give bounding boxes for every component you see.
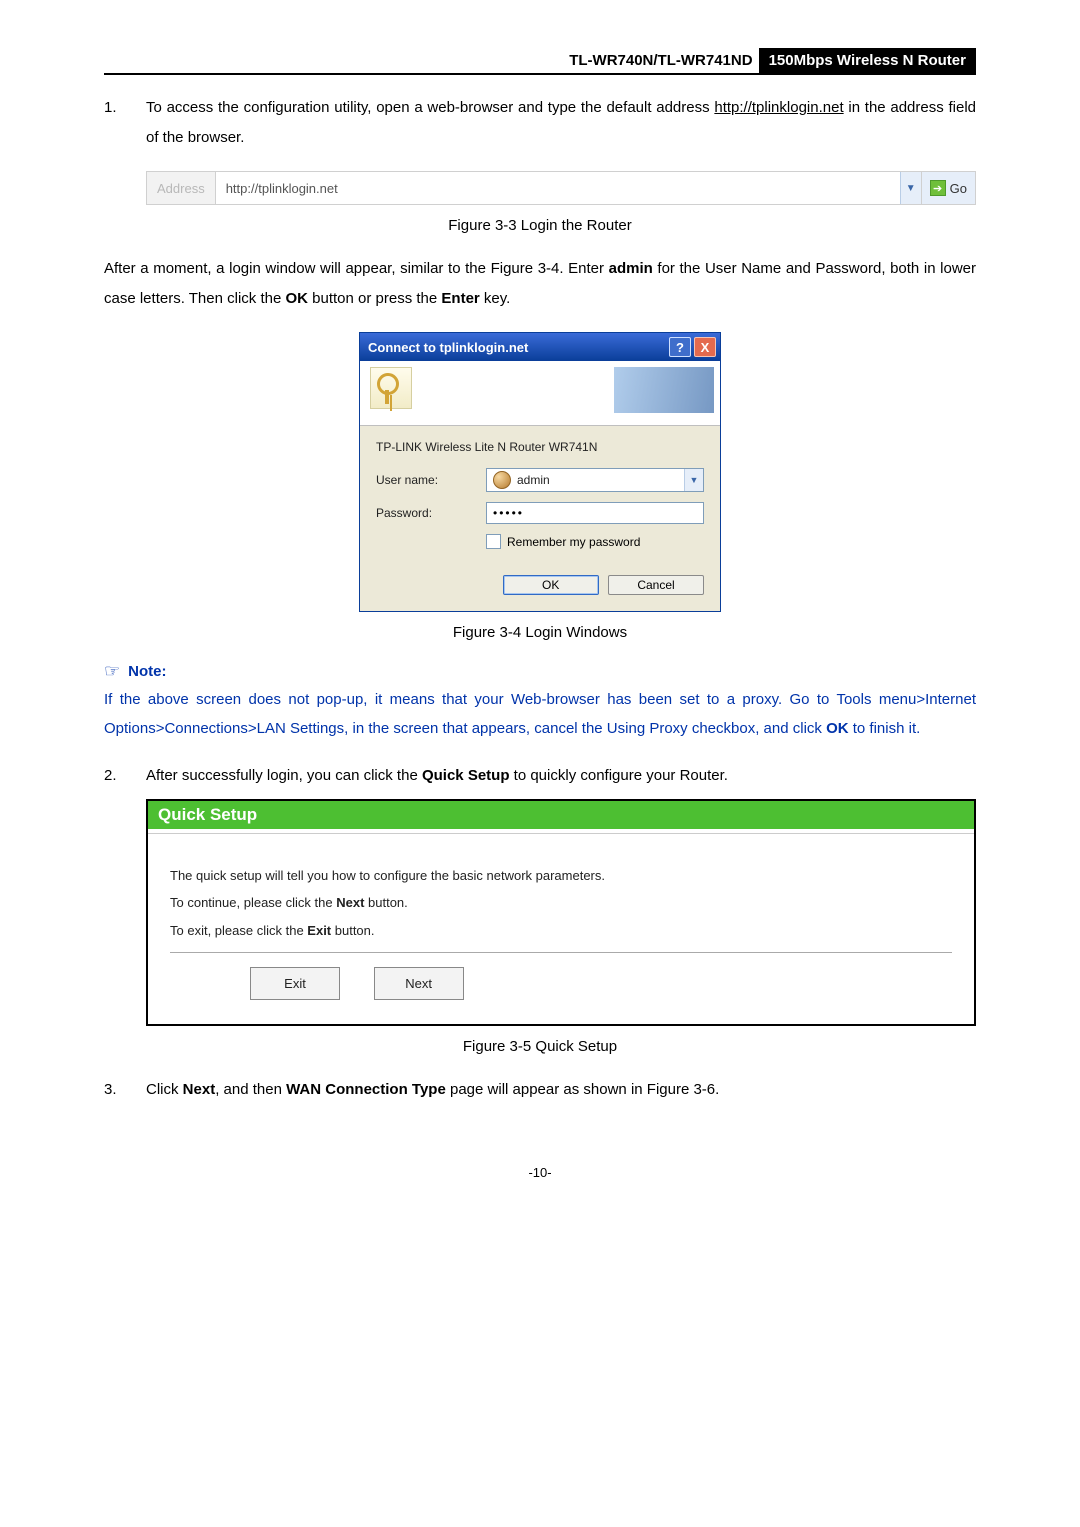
step-3-text: Click Next, and then WAN Connection Type… (146, 1075, 976, 1105)
cancel-button[interactable]: Cancel (608, 575, 704, 595)
product-name: 150Mbps Wireless N Router (759, 48, 976, 73)
dialog-title-text: Connect to tplinklogin.net (368, 340, 528, 355)
quick-setup-line2: To continue, please click the Next butto… (170, 889, 952, 916)
page-header: TL-WR740N/TL-WR741ND 150Mbps Wireless N … (104, 48, 976, 75)
quick-setup-title: Quick Setup (148, 801, 974, 829)
quick-setup-line1: The quick setup will tell you how to con… (170, 862, 952, 889)
chevron-down-icon[interactable]: ▼ (684, 469, 703, 491)
model-number: TL-WR740N/TL-WR741ND (104, 48, 759, 73)
dialog-titlebar: Connect to tplinklogin.net ? X (360, 333, 720, 361)
quick-setup-line3: To exit, please click the Exit button. (170, 917, 952, 944)
config-url-link[interactable]: http://tplinklogin.net (714, 99, 843, 116)
login-dialog: Connect to tplinklogin.net ? X TP-LINK W… (359, 332, 721, 612)
username-combo[interactable]: admin ▼ (486, 468, 704, 492)
exit-button[interactable]: Exit (250, 967, 340, 1000)
address-bar: Address ▼ ➔ Go (146, 171, 976, 205)
username-label: User name: (376, 473, 486, 487)
quick-setup-panel: Quick Setup The quick setup will tell yo… (146, 799, 976, 1026)
go-button[interactable]: ➔ Go (921, 172, 975, 204)
login-instruction-paragraph: After a moment, a login window will appe… (104, 254, 976, 314)
ok-button[interactable]: OK (503, 575, 599, 595)
device-name-label: TP-LINK Wireless Lite N Router WR741N (376, 440, 704, 454)
note-body: If the above screen does not pop-up, it … (104, 686, 976, 743)
remember-password-label: Remember my password (507, 535, 640, 549)
remember-password-checkbox[interactable] (486, 534, 501, 549)
step-number: 2. (104, 761, 146, 791)
user-icon (493, 471, 511, 489)
step-number: 1. (104, 93, 146, 153)
close-button[interactable]: X (694, 337, 716, 357)
go-arrow-icon: ➔ (930, 180, 946, 196)
password-label: Password: (376, 506, 486, 520)
banner-image (614, 367, 714, 413)
help-button[interactable]: ? (669, 337, 691, 357)
step-1: 1. To access the configuration utility, … (104, 93, 976, 153)
address-input[interactable] (216, 172, 900, 204)
step-2: 2. After successfully login, you can cli… (104, 761, 976, 791)
address-dropdown-button[interactable]: ▼ (900, 172, 921, 204)
step-2-text: After successfully login, you can click … (146, 761, 976, 791)
step-3: 3. Click Next, and then WAN Connection T… (104, 1075, 976, 1105)
step-number: 3. (104, 1075, 146, 1105)
key-icon (370, 367, 412, 409)
divider (170, 952, 952, 953)
page-number: -10- (104, 1165, 976, 1180)
address-label: Address (147, 172, 216, 204)
dialog-banner (360, 361, 720, 426)
figure-3-3-caption: Figure 3-3 Login the Router (104, 217, 976, 234)
next-button[interactable]: Next (374, 967, 464, 1000)
password-input[interactable] (486, 502, 704, 524)
note-heading: ☞ Note: (104, 661, 976, 682)
username-value: admin (517, 473, 684, 487)
figure-3-5-caption: Figure 3-5 Quick Setup (104, 1038, 976, 1055)
step-1-text: To access the configuration utility, ope… (146, 93, 976, 153)
figure-3-4-caption: Figure 3-4 Login Windows (104, 624, 976, 641)
pointing-hand-icon: ☞ (104, 661, 120, 682)
